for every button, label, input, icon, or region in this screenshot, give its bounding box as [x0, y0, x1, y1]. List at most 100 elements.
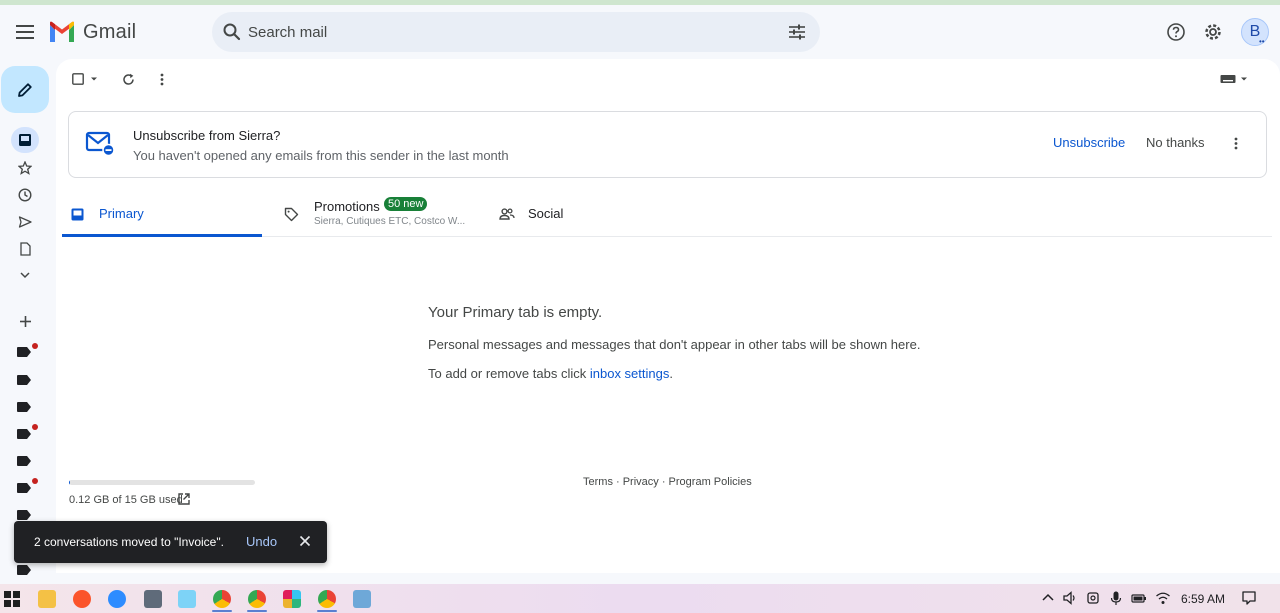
keyboard-icon: [1220, 75, 1236, 83]
inbox-settings-link[interactable]: inbox settings: [590, 366, 670, 381]
gear-icon: [1205, 24, 1221, 40]
chrome-icon[interactable]: [248, 590, 266, 608]
label-icon[interactable]: [17, 510, 31, 520]
inbox-icon: [19, 134, 31, 146]
storage-meter: [69, 480, 255, 485]
notification-icon[interactable]: [1241, 590, 1257, 606]
search-icon[interactable]: [222, 22, 242, 42]
empty-state: Your Primary tab is empty. Personal mess…: [428, 304, 920, 381]
search-input[interactable]: [248, 12, 768, 52]
label-icon[interactable]: [17, 565, 31, 575]
storage-usage-text: 0.12 GB of 15 GB used: [69, 494, 183, 506]
main-menu-button[interactable]: [12, 19, 38, 45]
send-icon: [18, 216, 32, 228]
avatar-badge: ••: [1259, 37, 1265, 46]
tab-label: Primary: [99, 206, 144, 221]
label-unread-dot: [32, 343, 38, 349]
unsubscribe-button[interactable]: Unsubscribe: [1053, 135, 1125, 150]
footer-links[interactable]: Terms · Privacy · Program Policies: [583, 476, 752, 488]
select-checkbox[interactable]: [68, 69, 102, 89]
plus-icon: [19, 315, 31, 327]
empty-state-title: Your Primary tab is empty.: [428, 304, 603, 321]
label-icon[interactable]: [17, 483, 31, 493]
help-icon: [1167, 23, 1185, 41]
nav-inbox[interactable]: [11, 127, 39, 153]
hamburger-icon: [16, 25, 34, 39]
more-options-button[interactable]: [152, 69, 172, 89]
label-icon[interactable]: [17, 429, 31, 439]
search-options-icon[interactable]: [788, 23, 806, 41]
banner-title: Unsubscribe from Sierra?: [133, 128, 281, 143]
brave-browser-icon[interactable]: [73, 590, 91, 608]
new-count-badge: 50 new: [384, 197, 428, 211]
nav-drafts[interactable]: [14, 238, 36, 260]
notepad-icon[interactable]: [353, 590, 371, 608]
nav-sent[interactable]: [14, 211, 36, 233]
nav-more[interactable]: [14, 264, 36, 286]
empty-state-hint: To add or remove tabs click inbox settin…: [428, 366, 673, 381]
active-app-indicator: [212, 610, 232, 612]
chrome-icon[interactable]: [318, 590, 336, 608]
zoom-app-icon[interactable]: [108, 590, 126, 608]
slack-icon[interactable]: [283, 590, 301, 608]
os-taskbar: 6:59 AM: [0, 584, 1280, 613]
nav-snoozed[interactable]: [14, 184, 36, 206]
camera-icon[interactable]: [1086, 590, 1102, 606]
wifi-icon[interactable]: [1155, 590, 1171, 606]
windows-start-icon[interactable]: [4, 591, 20, 607]
inbox-icon: [68, 205, 86, 223]
file-explorer-icon[interactable]: [38, 590, 56, 608]
tab-label: Promotions: [314, 199, 380, 214]
checkbox-icon: [72, 73, 84, 85]
nav-starred[interactable]: [14, 157, 36, 179]
input-tools-button[interactable]: [1218, 69, 1250, 89]
header: Gmail B ••: [0, 5, 1280, 61]
compose-button[interactable]: [1, 66, 49, 113]
label-unread-dot: [32, 424, 38, 430]
clock-icon: [18, 188, 32, 202]
settings-button[interactable]: [1202, 21, 1224, 43]
active-app-indicator: [317, 610, 337, 612]
tag-icon: [282, 205, 300, 223]
microphone-icon[interactable]: [1108, 590, 1124, 606]
label-icon[interactable]: [17, 456, 31, 466]
tab-label: Social: [528, 206, 564, 221]
support-button[interactable]: [1165, 21, 1187, 43]
more-vertical-icon: [1234, 137, 1238, 149]
calculator-icon[interactable]: [144, 590, 162, 608]
people-icon: [498, 205, 516, 223]
battery-icon[interactable]: [1131, 590, 1147, 606]
paint-app-icon[interactable]: [178, 590, 196, 608]
external-link-icon[interactable]: [177, 492, 191, 506]
chevron-down-icon: [20, 272, 30, 279]
label-icon[interactable]: [17, 375, 31, 385]
main-panel: Unsubscribe from Sierra? You haven't ope…: [56, 59, 1280, 573]
caret-down-icon: [1241, 77, 1247, 81]
unsubscribe-banner: Unsubscribe from Sierra? You haven't ope…: [68, 111, 1267, 178]
clock-time[interactable]: 6:59 AM: [1181, 592, 1225, 606]
label-icon[interactable]: [17, 402, 31, 412]
search-bar[interactable]: [212, 12, 820, 52]
undo-button[interactable]: Undo: [246, 534, 277, 549]
mail-unsubscribe-icon: [85, 131, 115, 157]
banner-subtitle: You haven't opened any emails from this …: [133, 148, 509, 163]
gmail-logo[interactable]: Gmail: [48, 19, 136, 45]
close-icon[interactable]: [298, 534, 312, 548]
caret-down-icon: [91, 77, 97, 81]
no-thanks-button[interactable]: No thanks: [1146, 135, 1205, 150]
label-icon[interactable]: [17, 347, 31, 357]
star-icon: [18, 161, 32, 175]
refresh-button[interactable]: [118, 69, 138, 89]
tab-primary[interactable]: Primary: [62, 189, 262, 237]
empty-state-description: Personal messages and messages that don'…: [428, 337, 921, 352]
label-unread-dot: [32, 478, 38, 484]
tab-social[interactable]: Social: [494, 189, 694, 237]
tab-promotions[interactable]: [278, 189, 488, 237]
category-tabs: Primary Promotions 50 new Sierra, Cutiqu…: [62, 189, 1272, 237]
toast-notification: 2 conversations moved to "Invoice". Undo: [14, 521, 327, 563]
volume-icon[interactable]: [1062, 590, 1078, 606]
banner-more-button[interactable]: [1230, 134, 1242, 152]
create-label-button[interactable]: [14, 310, 36, 332]
chevron-up-icon[interactable]: [1040, 590, 1056, 606]
chrome-icon[interactable]: [213, 590, 231, 608]
